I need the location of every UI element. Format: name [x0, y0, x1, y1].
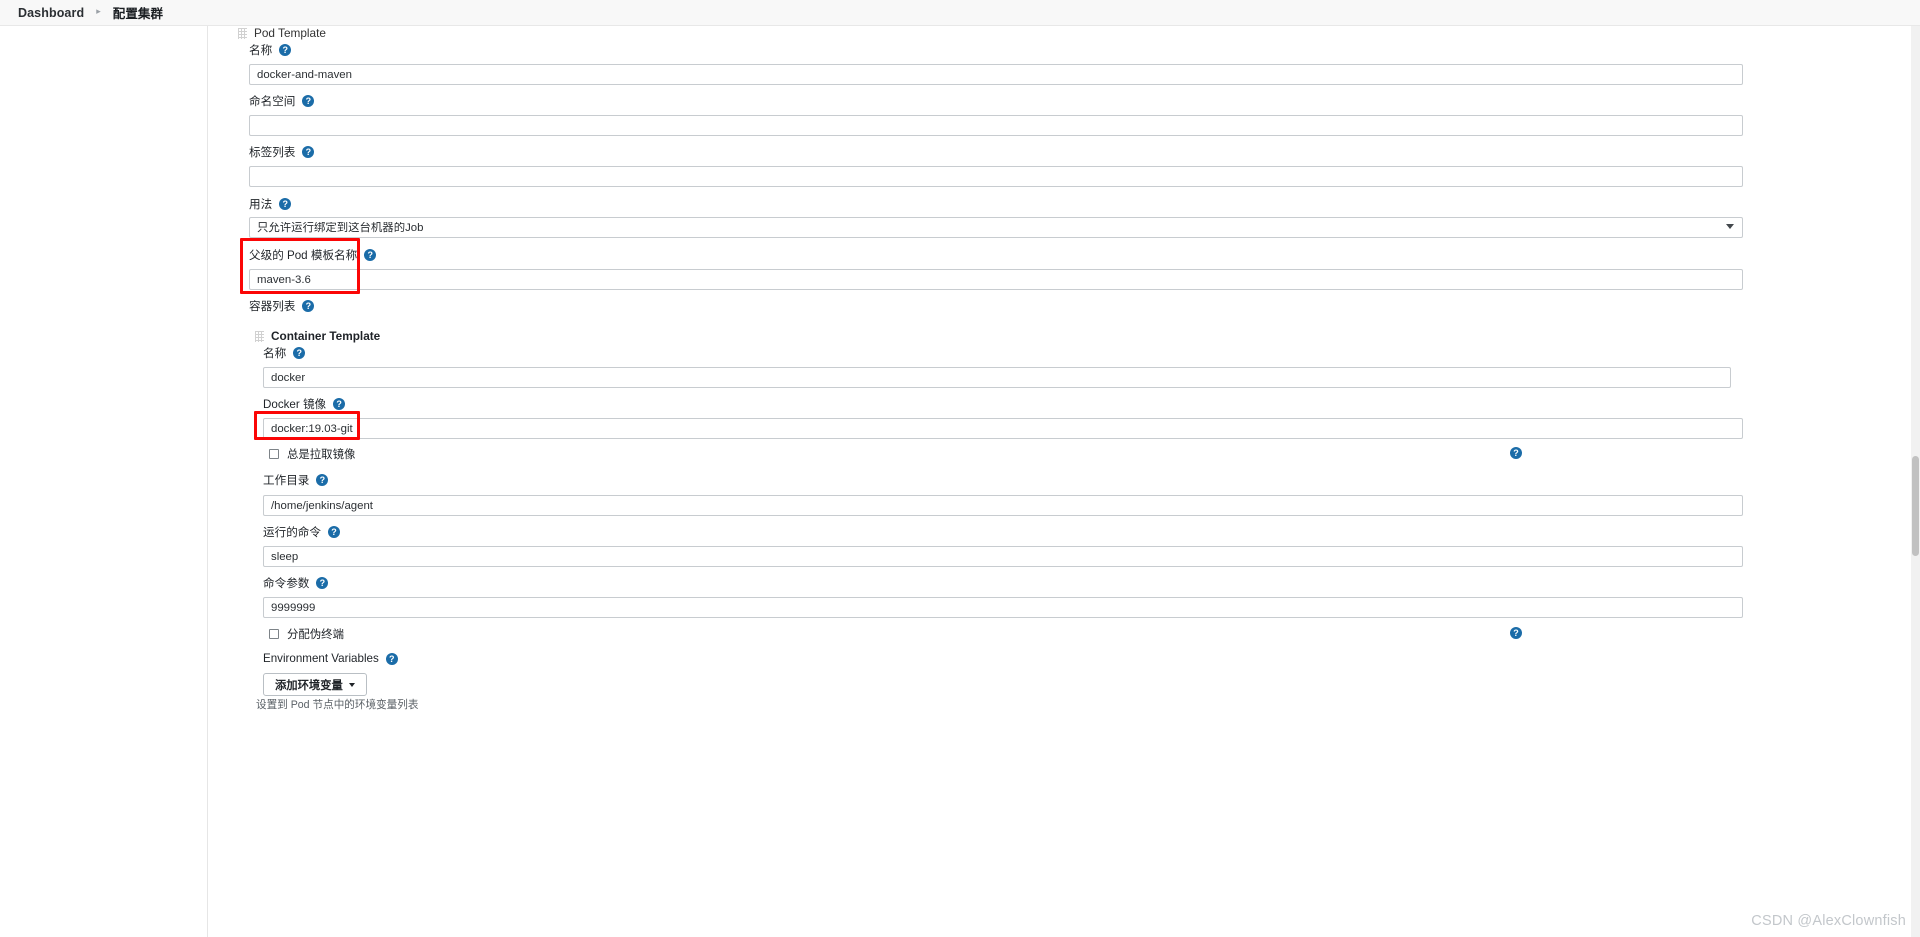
always-pull-checkbox[interactable] — [269, 449, 279, 459]
usage-label-row: 用法 ? — [249, 196, 292, 212]
help-icon[interactable]: ? — [364, 249, 377, 261]
command-input[interactable] — [263, 546, 1743, 567]
docker-image-label: Docker 镜像 — [263, 398, 327, 411]
sidebar — [0, 26, 208, 937]
help-icon[interactable]: ? — [1510, 447, 1522, 459]
working-dir-input[interactable] — [263, 495, 1743, 516]
scrollbar-thumb[interactable] — [1912, 456, 1919, 556]
allocate-tty-row[interactable]: 分配伪终端 — [269, 626, 344, 642]
help-icon[interactable]: ? — [333, 398, 346, 410]
labels-input[interactable] — [249, 166, 1743, 187]
allocate-tty-label: 分配伪终端 — [287, 629, 344, 641]
args-label: 命令参数 — [263, 577, 310, 590]
drag-handle-icon[interactable] — [238, 27, 247, 39]
docker-image-label-row: Docker 镜像 ? — [263, 396, 346, 412]
drag-handle-icon[interactable] — [255, 330, 264, 342]
always-pull-row[interactable]: 总是拉取镜像 — [269, 446, 355, 462]
help-icon[interactable]: ? — [316, 577, 329, 589]
namespace-label-row: 命名空间 ? — [249, 93, 315, 109]
help-icon[interactable]: ? — [279, 44, 292, 56]
inherit-from-input[interactable] — [249, 269, 1743, 290]
page-root: Dashboard ▸ 配置集群 Pod Template 名称 ? 命名空间 — [0, 0, 1920, 937]
breadcrumb-dashboard[interactable]: Dashboard — [18, 6, 84, 20]
working-dir-label-row: 工作目录 ? — [263, 472, 329, 488]
container-name-input[interactable] — [263, 367, 1731, 388]
docker-image-input[interactable] — [263, 418, 1743, 439]
add-env-var-label: 添加环境变量 — [275, 679, 343, 692]
help-icon[interactable]: ? — [1510, 627, 1522, 639]
vertical-scrollbar[interactable] — [1911, 26, 1920, 937]
container-template-section-header: Container Template — [255, 329, 380, 343]
containers-label-row: 容器列表 ? — [249, 298, 315, 314]
env-vars-label-row: Environment Variables ? — [263, 652, 398, 665]
help-icon[interactable]: ? — [327, 526, 340, 538]
namespace-input[interactable] — [249, 115, 1743, 136]
pod-template-section-header: Pod Template — [238, 26, 326, 40]
usage-label: 用法 — [249, 198, 273, 211]
chevron-down-icon — [348, 682, 355, 687]
command-label-row: 运行的命令 ? — [263, 524, 340, 540]
labels-label: 标签列表 — [249, 146, 296, 159]
help-icon[interactable]: ? — [316, 474, 329, 486]
help-icon[interactable]: ? — [293, 347, 306, 359]
help-icon[interactable]: ? — [302, 95, 315, 107]
labels-label-row: 标签列表 ? — [249, 144, 315, 160]
container-name-label-row: 名称 ? — [263, 345, 306, 361]
args-input[interactable] — [263, 597, 1743, 618]
breadcrumb-separator-icon: ▸ — [96, 6, 101, 16]
always-pull-label: 总是拉取镜像 — [287, 449, 356, 461]
breadcrumb-current[interactable]: 配置集群 — [113, 3, 163, 22]
pod-name-label-row: 名称 ? — [249, 42, 292, 58]
breadcrumb-bar: Dashboard ▸ 配置集群 — [0, 0, 1920, 26]
namespace-label: 命名空间 — [249, 95, 296, 108]
pod-template-title: Pod Template — [254, 26, 326, 40]
env-vars-label: Environment Variables — [263, 652, 379, 665]
command-label: 运行的命令 — [263, 526, 321, 539]
usage-select[interactable]: 只允许运行绑定到这台机器的Job — [249, 217, 1743, 238]
help-icon[interactable]: ? — [302, 300, 315, 312]
pod-name-label: 名称 — [249, 44, 273, 57]
pod-name-input[interactable] — [249, 64, 1743, 85]
args-label-row: 命令参数 ? — [263, 575, 329, 591]
inherit-from-label-row: 父级的 Pod 模板名称 ? — [249, 247, 377, 263]
allocate-tty-checkbox[interactable] — [269, 629, 279, 639]
watermark: CSDN @AlexClownfish — [1751, 913, 1906, 929]
help-icon[interactable]: ? — [385, 652, 398, 665]
inherit-from-label: 父级的 Pod 模板名称 — [249, 249, 358, 262]
env-vars-hint: 设置到 Pod 节点中的环境变量列表 — [256, 699, 419, 711]
containers-label: 容器列表 — [249, 300, 296, 313]
help-icon[interactable]: ? — [302, 146, 315, 158]
container-name-label: 名称 — [263, 347, 287, 360]
help-icon[interactable]: ? — [279, 198, 292, 210]
container-template-title: Container Template — [271, 329, 381, 343]
working-dir-label: 工作目录 — [263, 474, 310, 487]
add-env-var-button[interactable]: 添加环境变量 — [263, 673, 367, 696]
config-form-pane: Pod Template 名称 ? 命名空间 ? 标签列表 ? — [209, 26, 1911, 937]
